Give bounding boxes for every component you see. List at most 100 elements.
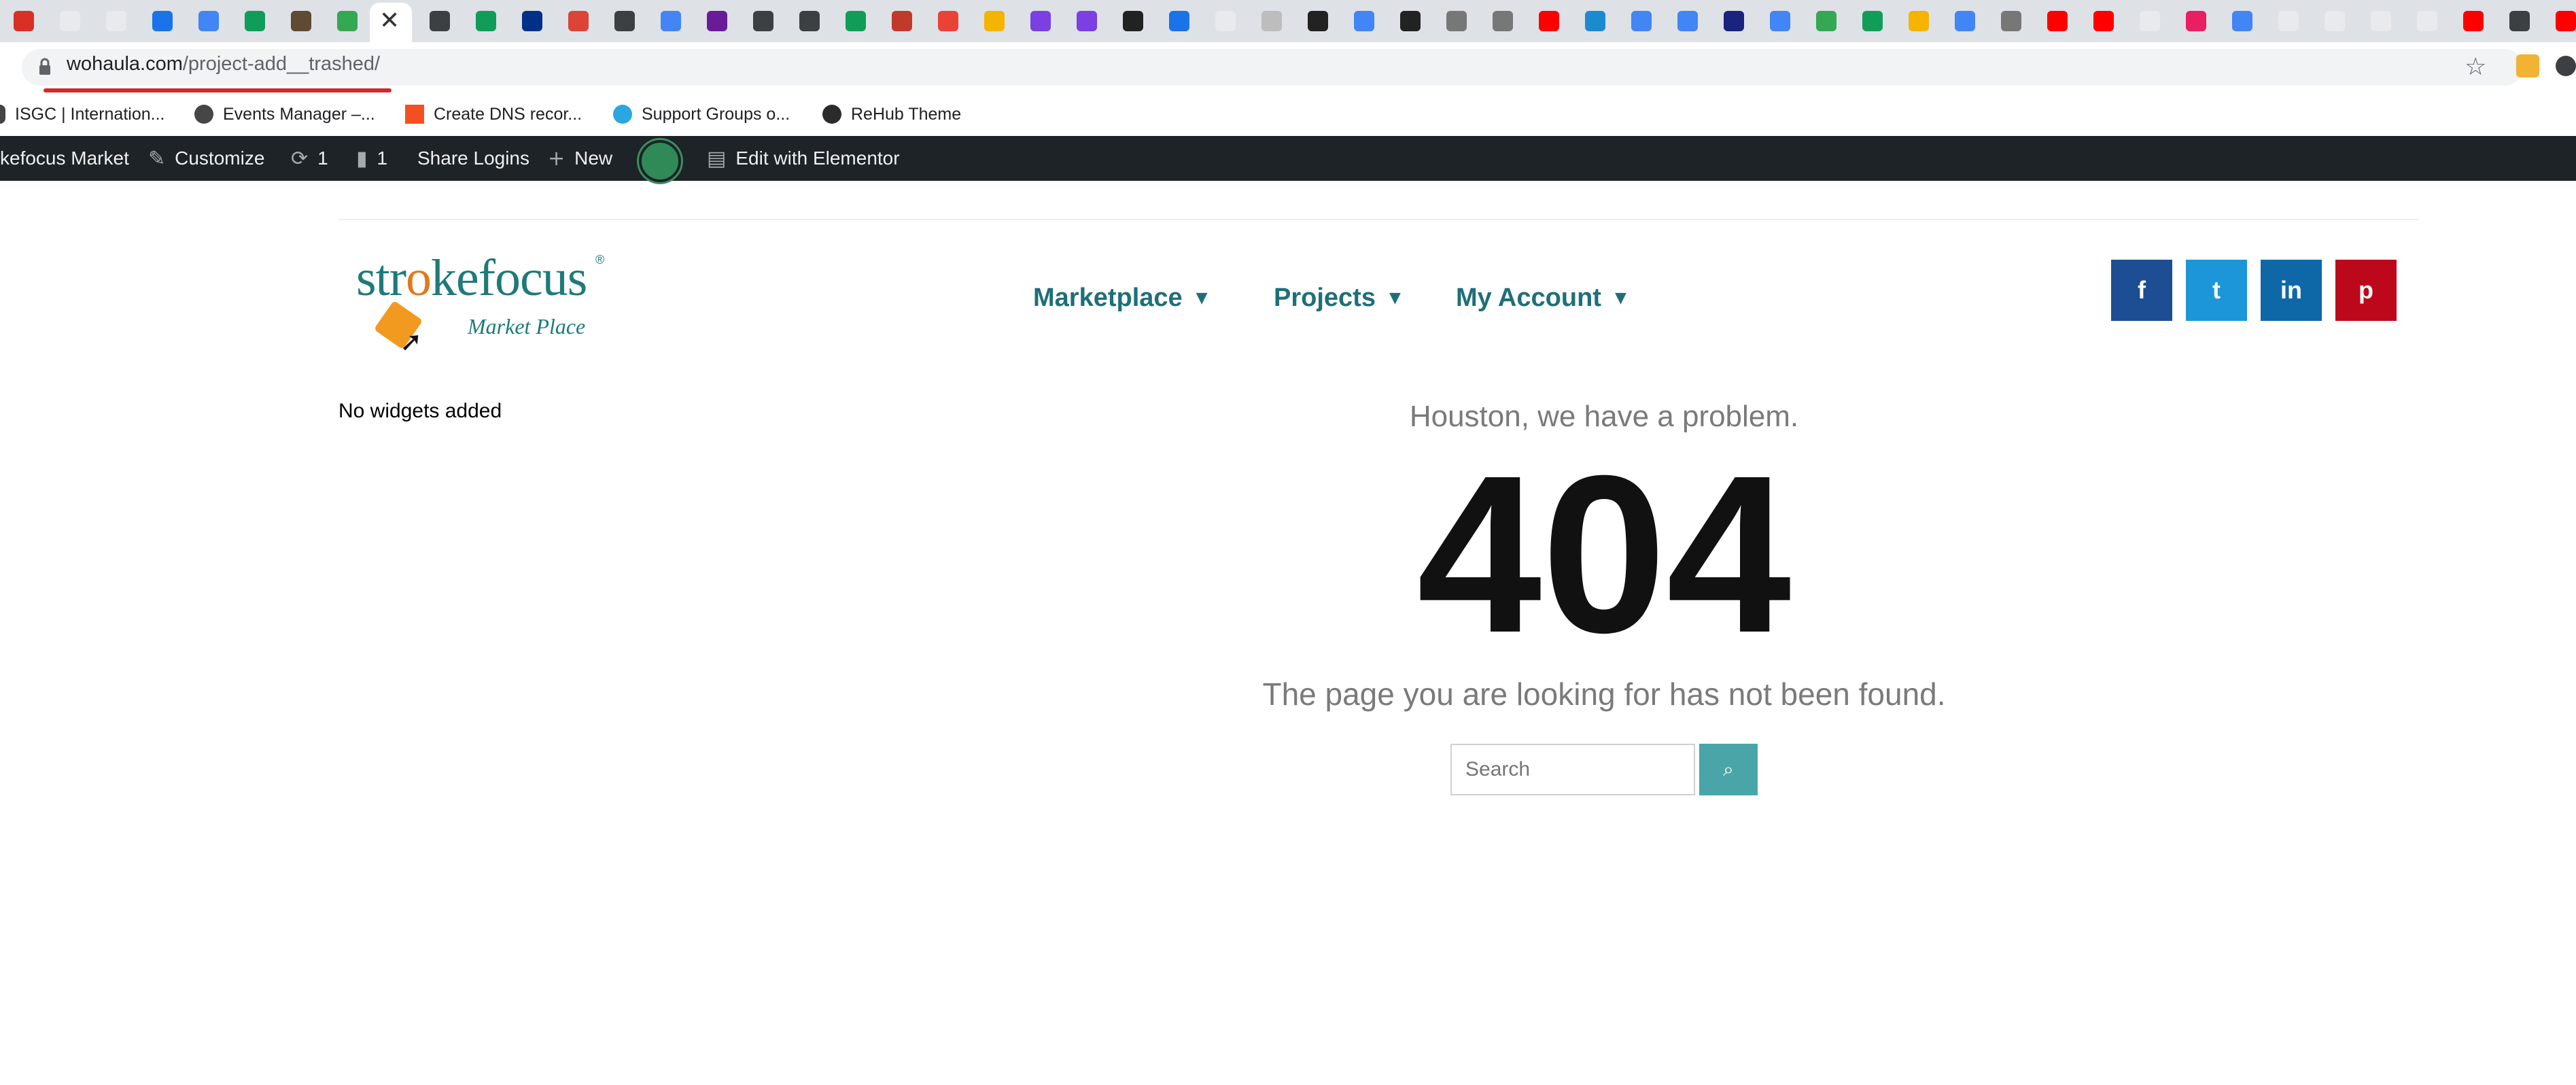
elementor-icon: ▤ xyxy=(707,146,727,171)
browser-tab[interactable] xyxy=(2542,3,2576,42)
browser-tab[interactable] xyxy=(2311,3,2353,42)
browser-tab[interactable] xyxy=(1017,3,1059,42)
browser-tab[interactable] xyxy=(231,3,273,42)
browser-tab-strip: ✕ xyxy=(0,0,2576,42)
browser-tab[interactable] xyxy=(1387,3,1429,42)
browser-tab[interactable] xyxy=(2265,3,2307,42)
browser-tab[interactable] xyxy=(1571,3,1614,42)
browser-tab[interactable] xyxy=(2403,3,2446,42)
browser-tab[interactable] xyxy=(786,3,828,42)
nav-projects[interactable]: Projects ▼ xyxy=(1274,277,1401,318)
browser-tab[interactable] xyxy=(139,3,181,42)
browser-tab[interactable] xyxy=(601,3,643,42)
admin-customize[interactable]: ✎ Customize xyxy=(148,136,264,181)
bookmark-events-manager[interactable]: Events Manager –... xyxy=(194,101,375,128)
browser-tab[interactable] xyxy=(2080,3,2122,42)
extension-icon[interactable] xyxy=(2516,54,2539,78)
browser-tab[interactable] xyxy=(878,3,920,42)
address-bar[interactable] xyxy=(22,49,2523,86)
browser-tab[interactable] xyxy=(2450,3,2492,42)
browser-tab[interactable] xyxy=(832,3,874,42)
browser-tab[interactable] xyxy=(739,3,782,42)
bookmark-support-groups[interactable]: Support Groups o... xyxy=(613,101,790,128)
browser-tab[interactable] xyxy=(1109,3,1151,42)
bookmark-star-icon[interactable]: ☆ xyxy=(2465,53,2486,81)
wp-admin-bar: kefocus Market ✎ Customize ⟳ 1 ▮ 1 Share Lo… xyxy=(0,136,2576,181)
browser-tab[interactable] xyxy=(0,3,42,42)
browser-tab[interactable]: ✕ xyxy=(370,3,412,42)
tab-favicon-icon xyxy=(2140,11,2160,31)
tab-favicon-icon xyxy=(106,11,126,31)
nav-marketplace[interactable]: Marketplace ▼ xyxy=(1033,277,1208,318)
browser-tab[interactable] xyxy=(1063,3,1105,42)
browser-tab[interactable] xyxy=(508,3,551,42)
lock-icon xyxy=(39,58,50,75)
browser-tab[interactable] xyxy=(1664,3,1706,42)
browser-tab[interactable] xyxy=(555,3,597,42)
bookmark-isgc[interactable]: ISGC | Internation... xyxy=(0,101,164,128)
browser-tab[interactable] xyxy=(1803,3,1845,42)
facebook-icon[interactable]: f xyxy=(2111,260,2172,321)
browser-tab[interactable] xyxy=(1895,3,1937,42)
browser-tab[interactable] xyxy=(1941,3,1983,42)
browser-tab[interactable] xyxy=(2357,3,2399,42)
caret-down-icon: ▼ xyxy=(1614,289,1626,307)
browser-tab[interactable] xyxy=(324,3,366,42)
linkedin-icon[interactable]: in xyxy=(2261,260,2322,321)
browser-tab[interactable] xyxy=(92,3,135,42)
browser-tab[interactable] xyxy=(277,3,319,42)
browser-tab[interactable] xyxy=(1987,3,2030,42)
tab-favicon-icon xyxy=(2093,11,2114,31)
admin-updates[interactable]: ⟳ 1 xyxy=(291,136,328,181)
browser-tab[interactable] xyxy=(924,3,967,42)
browser-tab[interactable] xyxy=(1202,3,1244,42)
browser-tab[interactable] xyxy=(693,3,735,42)
caret-down-icon: ▼ xyxy=(1196,289,1208,307)
browser-tab[interactable] xyxy=(185,3,227,42)
browser-tab[interactable] xyxy=(46,3,88,42)
browser-tab[interactable] xyxy=(2218,3,2261,42)
pinterest-icon[interactable]: p xyxy=(2335,260,2397,321)
browser-tab[interactable] xyxy=(1433,3,1475,42)
tab-favicon-icon xyxy=(14,11,34,31)
browser-tab[interactable] xyxy=(1849,3,1891,42)
browser-tab[interactable] xyxy=(1248,3,1290,42)
globe-icon xyxy=(0,105,5,124)
admin-avatar[interactable] xyxy=(639,140,681,182)
browser-tab[interactable] xyxy=(1710,3,1752,42)
browser-tab[interactable] xyxy=(1294,3,1336,42)
browser-tab[interactable] xyxy=(647,3,689,42)
browser-tab[interactable] xyxy=(971,3,1013,42)
tab-favicon-icon xyxy=(1631,11,1652,31)
admin-comments[interactable]: ▮ 1 xyxy=(356,136,387,181)
browser-tab[interactable] xyxy=(2496,3,2538,42)
site-logo[interactable]: strokefocus ® Market Place xyxy=(356,249,614,358)
bookmark-create-dns[interactable]: Create DNS recor... xyxy=(405,101,582,128)
browser-tab[interactable] xyxy=(416,3,458,42)
admin-edit-elementor[interactable]: ▤ Edit with Elementor xyxy=(707,136,900,181)
browser-tab[interactable] xyxy=(2034,3,2076,42)
browser-tab[interactable] xyxy=(1479,3,1521,42)
browser-tab[interactable] xyxy=(462,3,504,42)
twitter-icon[interactable]: t xyxy=(2186,260,2247,321)
admin-site-name[interactable]: kefocus Market xyxy=(0,136,129,181)
browser-tab[interactable] xyxy=(1618,3,1660,42)
tab-favicon-icon xyxy=(1446,11,1467,31)
tab-favicon-icon xyxy=(614,11,635,31)
browser-tab[interactable] xyxy=(2172,3,2214,42)
rehub-icon xyxy=(822,105,841,124)
browser-tab[interactable] xyxy=(1340,3,1382,42)
browser-tab[interactable] xyxy=(2126,3,2168,42)
browser-tab[interactable] xyxy=(1525,3,1567,42)
browser-tab[interactable] xyxy=(1756,3,1798,42)
bookmark-rehub-theme[interactable]: ReHub Theme xyxy=(822,101,961,128)
admin-new[interactable]: + New xyxy=(548,136,612,181)
search-input[interactable] xyxy=(1450,744,1695,795)
extension-icon-2[interactable] xyxy=(2556,56,2576,76)
close-tab-icon[interactable]: ✕ xyxy=(379,7,400,35)
browser-tab[interactable] xyxy=(1155,3,1198,42)
nav-my-account[interactable]: My Account ▼ xyxy=(1456,277,1626,318)
search-button[interactable]: ⌕ xyxy=(1699,744,1758,795)
url-text[interactable]: wohaula.com/project-add__trashed/ xyxy=(67,53,380,75)
admin-share-logins[interactable]: Share Logins xyxy=(417,136,529,181)
